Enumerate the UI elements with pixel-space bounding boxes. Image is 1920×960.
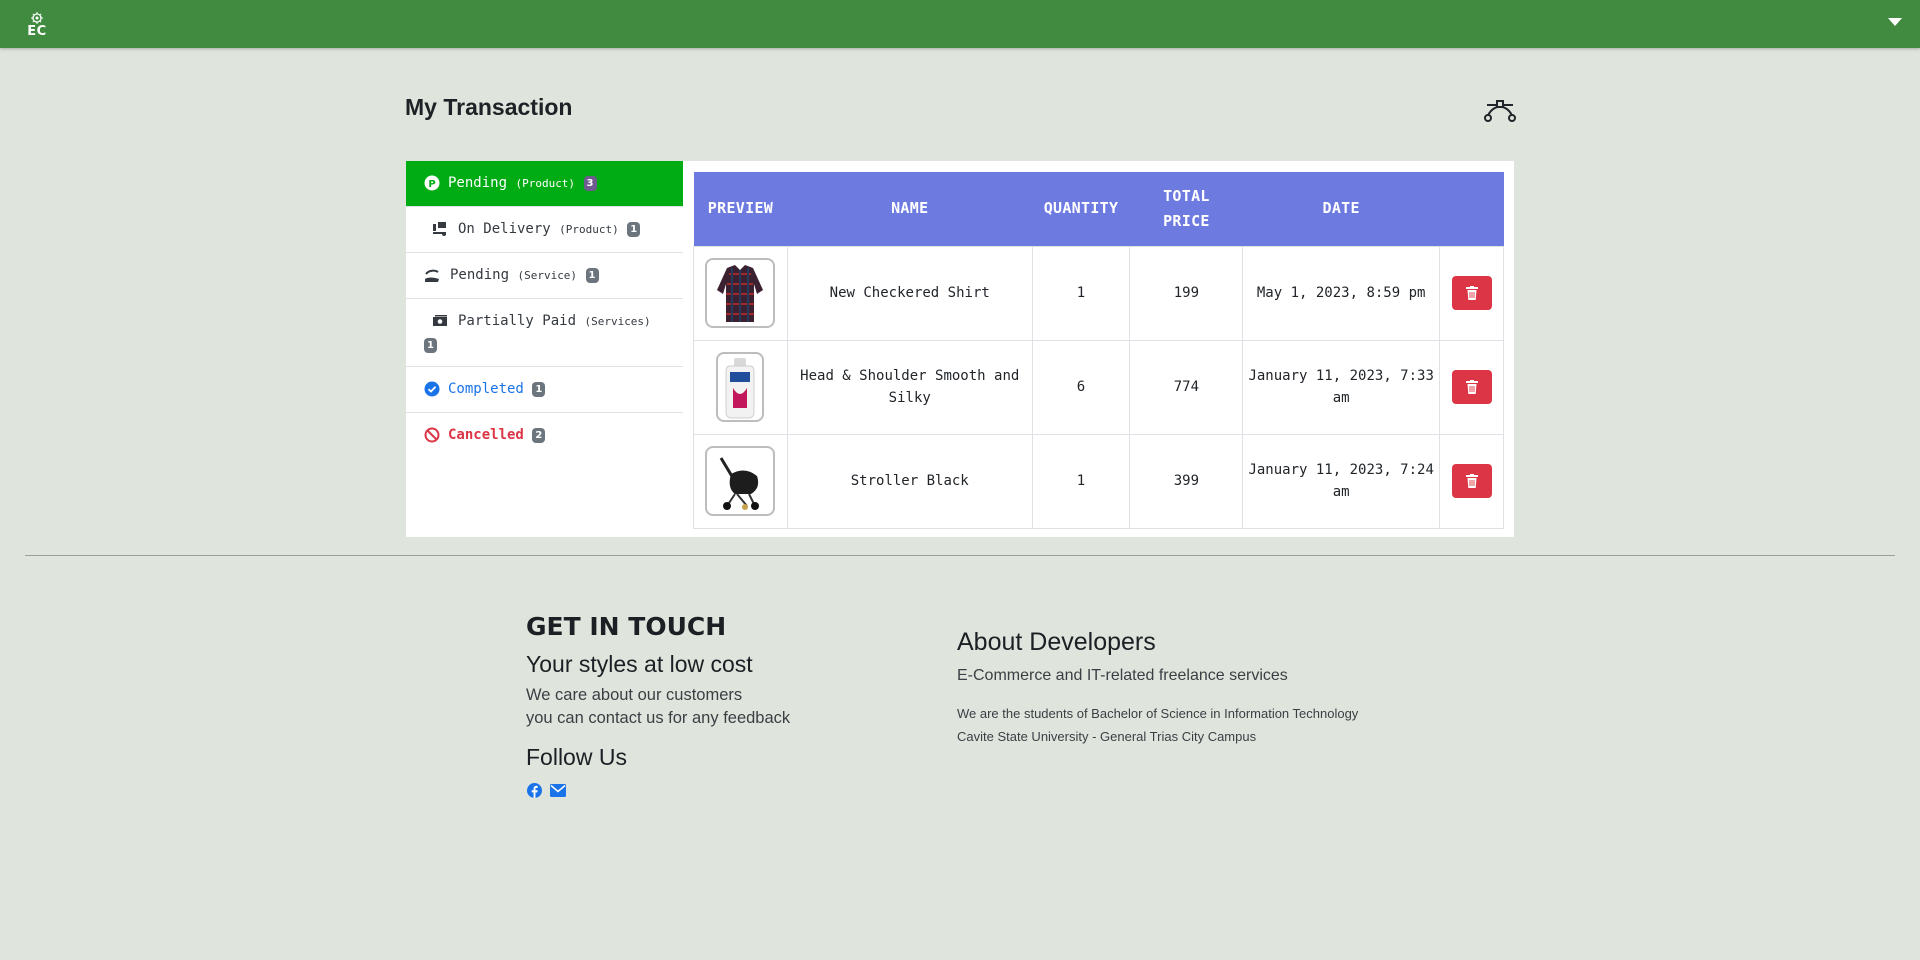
preview-cell [693, 433, 788, 529]
action-cell [1439, 339, 1504, 435]
footer-tagline: Your styles at low cost [526, 651, 753, 677]
footer-divider [25, 555, 1895, 556]
action-cell [1439, 245, 1504, 341]
status-sidebar: P Pending (Product) 3 On Delivery (Produ… [406, 161, 683, 459]
total-price-header-line1: TOTAL [1163, 186, 1210, 205]
product-name-cell: Head & Shoulder Smooth and Silky [786, 339, 1033, 435]
sidebar-item-pending-service[interactable]: Pending (Service) 1 [406, 253, 683, 299]
sidebar-item-label: Cancelled [448, 427, 524, 443]
table-header-row: PREVIEW NAME QUANTITY TOTAL PRICE DATE [693, 172, 1504, 246]
column-header-preview: PREVIEW [693, 172, 788, 246]
table-row: Head & Shoulder Smooth and Silky 6 774 J… [693, 339, 1504, 435]
total-price-cell: 774 [1129, 339, 1244, 435]
hand-holding-icon [425, 269, 439, 282]
sidebar-item-on-delivery[interactable]: On Delivery (Product) 1 [406, 207, 683, 253]
count-badge: 3 [583, 176, 597, 191]
footer-about-line2: Cavite State University - General Trias … [957, 729, 1257, 744]
quantity-cell: 1 [1031, 433, 1131, 529]
delete-button[interactable] [1451, 370, 1492, 404]
page-title: My Transaction [405, 94, 573, 120]
quantity-cell: 1 [1031, 245, 1131, 341]
date-cell: May 1, 2023, 8:59 pm [1242, 245, 1441, 341]
column-header-quantity: QUANTITY [1032, 172, 1130, 246]
svg-text:P: P [428, 179, 435, 190]
count-badge: 2 [532, 428, 546, 443]
product-name-cell: Stroller Black [786, 433, 1033, 529]
footer-contact-line1: We care about our customers [526, 686, 743, 704]
brand-logo[interactable]: EC [22, 11, 52, 41]
ban-icon [424, 427, 440, 443]
sidebar-item-label: Pending [448, 175, 508, 191]
date-cell: January 11, 2023, 7:33 am [1242, 339, 1441, 435]
product-name-cell: New Checkered Shirt [786, 245, 1033, 341]
preview-cell [693, 339, 788, 435]
checkered-shirt-image[interactable] [705, 258, 776, 328]
column-header-name: NAME [787, 172, 1033, 246]
top-navbar: EC [0, 0, 1920, 48]
sidebar-item-label: Completed [448, 381, 524, 397]
logo-emblem-icon [31, 12, 43, 24]
shampoo-bottle-image[interactable] [716, 352, 765, 422]
footer-about-line1: We are the students of Bachelor of Scien… [957, 706, 1359, 721]
trash-icon [1465, 380, 1478, 394]
delete-button[interactable] [1451, 276, 1492, 310]
transactions-card: P Pending (Product) 3 On Delivery (Produ… [406, 161, 1514, 537]
quantity-cell: 6 [1031, 339, 1131, 435]
delete-button[interactable] [1451, 464, 1492, 498]
sidebar-item-sublabel: (Product) [515, 177, 576, 190]
social-links [527, 783, 570, 803]
sidebar-item-label: Pending [450, 267, 510, 283]
sidebar-item-sublabel: (Service) [517, 269, 578, 282]
column-header-date: DATE [1242, 172, 1440, 246]
envelope-icon[interactable] [550, 784, 567, 802]
pending-p-icon: P [424, 175, 440, 191]
shirt-graphic [717, 265, 764, 322]
sidebar-item-completed[interactable]: Completed 1 [406, 367, 683, 413]
sidebar-item-pending-product[interactable]: P Pending (Product) 3 [406, 161, 683, 207]
column-header-action [1439, 172, 1504, 246]
total-price-cell: 199 [1129, 245, 1244, 341]
footer-contact-line2: you can contact us for any feedback [526, 709, 791, 727]
facebook-icon[interactable] [527, 783, 542, 803]
sidebar-item-label: Partially Paid [458, 313, 577, 329]
date-cell: January 11, 2023, 7:24 am [1242, 433, 1441, 529]
stroller-graphic [720, 457, 760, 510]
stroller-image[interactable] [705, 446, 776, 516]
count-badge: 1 [585, 268, 599, 283]
count-badge: 1 [424, 338, 437, 353]
chevron-down-icon[interactable] [1888, 18, 1902, 26]
check-circle-icon [424, 381, 440, 397]
trash-icon [1465, 286, 1478, 300]
transactions-table: PREVIEW NAME QUANTITY TOTAL PRICE DATE N… [693, 172, 1504, 529]
table-row: New Checkered Shirt 1 199 May 1, 2023, 8… [693, 245, 1504, 341]
action-cell [1439, 433, 1504, 529]
sidebar-item-sublabel: (Services) [584, 315, 651, 328]
bezier-curve-icon[interactable] [1484, 99, 1516, 123]
shampoo-graphic [725, 358, 755, 419]
preview-cell [693, 245, 788, 341]
sidebar-item-partially-paid[interactable]: Partially Paid (Services) 1 [406, 299, 683, 367]
total-price-cell: 399 [1129, 433, 1244, 529]
footer-about-heading: About Developers [957, 628, 1156, 656]
count-badge: 1 [627, 222, 641, 237]
table-row: Stroller Black 1 399 January 11, 2023, 7… [693, 433, 1504, 529]
count-badge: 1 [532, 382, 546, 397]
sidebar-item-sublabel: (Product) [559, 223, 619, 236]
sidebar-item-cancelled[interactable]: Cancelled 2 [406, 413, 683, 459]
money-icon [433, 315, 447, 326]
total-price-header-line2: PRICE [1163, 211, 1210, 230]
footer-follow-heading: Follow Us [526, 744, 627, 770]
column-header-total-price: TOTAL PRICE [1129, 172, 1243, 246]
delivery-icon [433, 222, 446, 236]
trash-icon [1465, 474, 1478, 488]
footer-contact-heading: GET IN TOUCH [526, 612, 727, 641]
logo-text: EC [27, 24, 47, 39]
sidebar-item-label: On Delivery [458, 221, 551, 237]
footer-about-subheading: E-Commerce and IT-related freelance serv… [957, 667, 1288, 684]
